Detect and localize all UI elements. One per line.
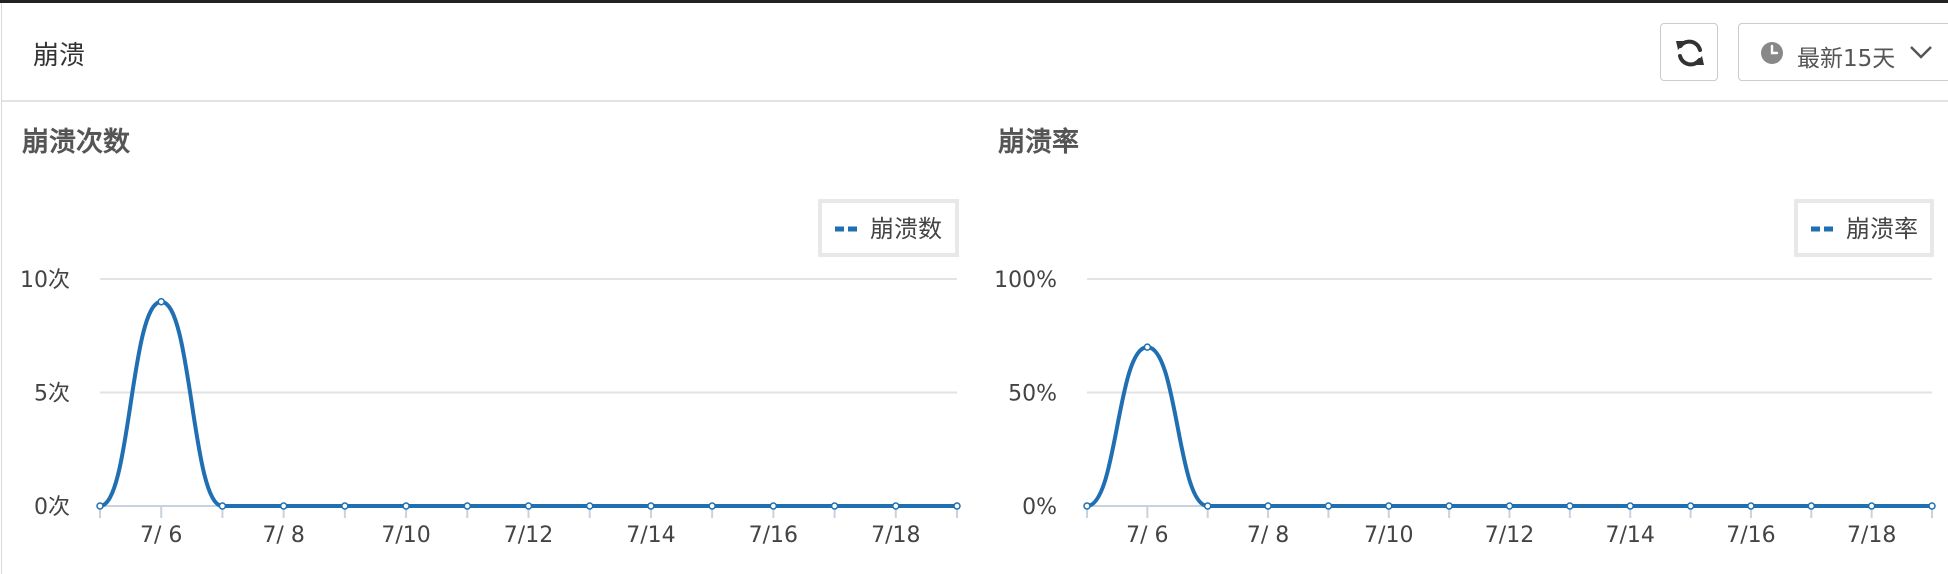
data-point xyxy=(1385,502,1393,510)
data-point xyxy=(96,502,104,510)
y-tick-label: 0次 xyxy=(34,495,70,520)
legend-label: 崩溃数 xyxy=(870,215,942,243)
data-point xyxy=(769,502,778,510)
data-point xyxy=(341,502,349,510)
x-tick-label: 7/ 6 xyxy=(1126,523,1168,548)
series-line xyxy=(1086,345,1932,508)
y-tick-label: 0% xyxy=(1022,495,1057,520)
x-tick-label: 7/14 xyxy=(626,523,675,548)
legend-label: 崩溃率 xyxy=(1846,215,1918,243)
data-point xyxy=(1264,502,1272,510)
data-point xyxy=(279,502,288,510)
data-point xyxy=(647,502,655,510)
data-point xyxy=(830,502,839,510)
data-point xyxy=(585,502,594,510)
x-tick-label: 7/10 xyxy=(1364,523,1413,548)
data-point xyxy=(218,502,227,510)
data-point xyxy=(1324,502,1333,510)
data-point xyxy=(1143,343,1152,351)
y-tick-label: 10次 xyxy=(20,268,70,293)
data-point xyxy=(892,502,900,510)
x-tick-label: 7/ 6 xyxy=(140,523,182,548)
data-point xyxy=(1083,502,1091,510)
series-line xyxy=(99,299,957,508)
data-point xyxy=(1807,502,1816,510)
legend: 崩溃数 xyxy=(818,199,959,257)
legend: 崩溃率 xyxy=(1794,199,1934,257)
crash-count-chart: 0次 5次 10次 7/ 6 7/ 8 7/10 7/12 7/14 7/16 7/18 崩溃数 xyxy=(20,199,961,548)
data-point xyxy=(1445,502,1453,510)
x-tick-label: 7/16 xyxy=(749,523,798,548)
data-point xyxy=(1505,502,1514,510)
data-point xyxy=(953,502,961,510)
crash-rate-chart: 0% 50% 100% 7/ 6 7/ 8 7/10 7/12 7/14 7/16 7/18 崩溃率 xyxy=(994,199,1936,548)
data-point xyxy=(1867,502,1876,510)
data-point xyxy=(1566,502,1574,510)
x-tick-label: 7/10 xyxy=(381,523,430,548)
data-point xyxy=(463,502,472,510)
x-tick-label: 7/18 xyxy=(871,523,920,548)
data-point xyxy=(524,502,533,510)
y-tick-label: 5次 xyxy=(34,382,70,407)
x-tick-label: 7/16 xyxy=(1726,523,1775,548)
x-tick-label: 7/12 xyxy=(1485,523,1534,548)
data-point xyxy=(708,502,716,510)
x-tick-label: 7/18 xyxy=(1847,523,1896,548)
x-tick-label: 7/14 xyxy=(1606,523,1655,548)
data-point xyxy=(157,297,165,306)
data-point xyxy=(402,502,410,510)
x-tick-label: 7/ 8 xyxy=(1247,523,1289,548)
x-tick-label: 7/12 xyxy=(504,523,553,548)
data-point xyxy=(1747,502,1755,510)
data-point xyxy=(1686,502,1695,510)
data-point xyxy=(1928,502,1936,510)
y-tick-label: 50% xyxy=(1008,382,1057,407)
x-tick-label: 7/ 8 xyxy=(262,523,304,548)
data-point xyxy=(1626,502,1634,510)
y-tick-label: 100% xyxy=(994,268,1057,293)
data-point xyxy=(1203,502,1212,510)
